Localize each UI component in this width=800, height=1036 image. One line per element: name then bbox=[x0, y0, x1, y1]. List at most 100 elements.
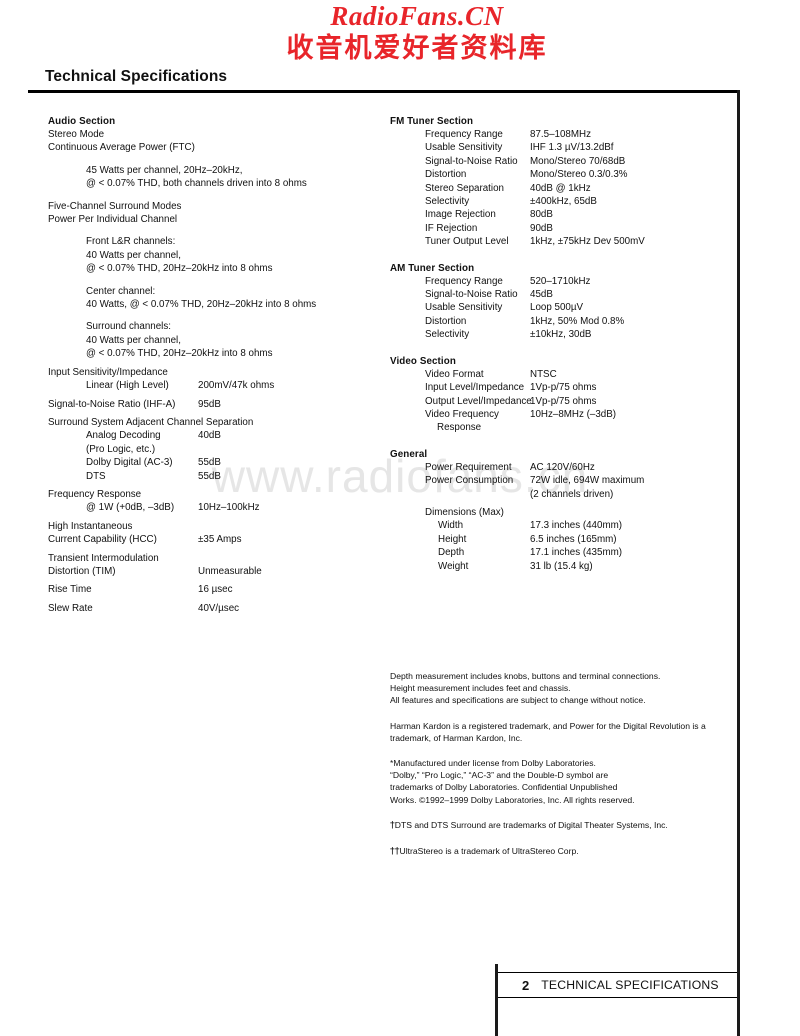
spec-row: Output Level/Impedance 1Vp-p/75 ohms bbox=[390, 395, 720, 408]
rise-time-value: 16 µsec bbox=[198, 584, 233, 596]
spec-row: Weight 31 lb (15.4 kg) bbox=[390, 560, 720, 573]
linear-high-level-value: 200mV/47k ohms bbox=[198, 380, 275, 392]
spec-row-label: Video Format bbox=[425, 368, 484, 380]
video-section: Video Section Video Format NTSC Input Leve… bbox=[390, 356, 720, 435]
five-channel-modes-label: Five-Channel Surround Modes bbox=[48, 200, 182, 212]
watermark-cjk-text: 收音机爱好者资料库 bbox=[286, 33, 548, 64]
spec-row-label: Distortion bbox=[425, 315, 467, 327]
spec-row-value: 17.1 inches (435mm) bbox=[530, 547, 623, 559]
spec-row-value: 80dB bbox=[530, 209, 553, 221]
audio-section: Audio Section Stereo Mode Continuous Ave… bbox=[48, 116, 378, 615]
page-number: 2 bbox=[522, 977, 530, 993]
power-consumption-continuation: (2 channels driven) bbox=[530, 488, 614, 500]
dts-value: 55dB bbox=[198, 470, 221, 482]
frequency-response-value: 10Hz–100kHz bbox=[198, 502, 260, 514]
spec-row-label: Signal-to-Noise Ratio bbox=[425, 289, 518, 301]
power-consumption-value: 72W idle, 694W maximum bbox=[530, 475, 645, 487]
spec-row: Usable Sensitivity Loop 500µV bbox=[390, 301, 720, 314]
spec-row-label: Frequency Range bbox=[425, 275, 503, 287]
dts-note: †DTS and DTS Surround are trademarks of … bbox=[390, 819, 720, 832]
slew-rate-label: Slew Rate bbox=[48, 602, 93, 614]
spec-row: Frequency Range 87.5–108MHz bbox=[390, 128, 720, 141]
spec-row-value: 40dB @ 1kHz bbox=[530, 182, 591, 194]
tim-label: Distortion (TIM) bbox=[48, 565, 116, 577]
frequency-response-heading: Frequency Response bbox=[48, 488, 142, 500]
surround-separation-heading: Surround System Adjacent Channel Separat… bbox=[48, 416, 254, 428]
surround-channels-spec-1: 40 Watts per channel, bbox=[86, 334, 181, 346]
spec-row: Selectivity ±10kHz, 30dB bbox=[390, 328, 720, 341]
trademark-notes: Harman Kardon is a registered trademark,… bbox=[390, 720, 720, 744]
am-tuner-section-heading: AM Tuner Section bbox=[390, 262, 475, 274]
spec-row-value: 1Vp-p/75 ohms bbox=[530, 395, 597, 407]
spec-row: Distortion 1kHz, 50% Mod 0.8% bbox=[390, 315, 720, 328]
right-border-rule bbox=[737, 90, 740, 981]
analog-decoding-label: Analog Decoding bbox=[86, 430, 161, 442]
spec-row-label: Image Rejection bbox=[425, 209, 496, 221]
spec-row: IF Rejection 90dB bbox=[390, 222, 720, 235]
spec-row-value: 1Vp-p/75 ohms bbox=[530, 382, 597, 394]
signal-to-noise-ratio-row: Signal-to-Noise Ratio (IHF-A) 95dB bbox=[48, 398, 378, 411]
spec-row-label: Width bbox=[438, 520, 464, 532]
power-consumption-row: Power Consumption 72W idle, 694W maximum bbox=[390, 474, 720, 487]
spec-row-label: Weight bbox=[438, 560, 469, 572]
spec-row: Video Frequency 10Hz–8MHz (–3dB) bbox=[390, 408, 720, 421]
signal-to-noise-ratio-label: Signal-to-Noise Ratio (IHF-A) bbox=[48, 398, 176, 410]
dts-row: DTS 55dB bbox=[48, 470, 378, 483]
spec-row: Width 17.3 inches (440mm) bbox=[390, 519, 720, 532]
am-tuner-rows: Frequency Range 520–1710kHz Signal-to-Nois… bbox=[390, 275, 720, 342]
spec-row-label: Selectivity bbox=[425, 329, 470, 341]
tim-heading-line: Transient Intermodulation bbox=[48, 552, 159, 564]
hcc-value: ±35 Amps bbox=[198, 534, 242, 546]
spec-row-value: 31 lb (15.4 kg) bbox=[530, 560, 593, 572]
power-requirement-row: Power Requirement AC 120V/60Hz bbox=[390, 461, 720, 474]
tim-row: Distortion (TIM) Unmeasurable bbox=[48, 565, 378, 578]
spec-row: Signal-to-Noise Ratio 45dB bbox=[390, 288, 720, 301]
power-requirement-label: Power Requirement bbox=[425, 461, 512, 473]
linear-high-level-label: Linear (High Level) bbox=[86, 380, 169, 392]
spec-row-label: Input Level/Impedance bbox=[425, 382, 525, 394]
dolby-digital-value: 55dB bbox=[198, 457, 221, 469]
note-line: Depth measurement includes knobs, button… bbox=[390, 671, 661, 681]
spec-row-value: 87.5–108MHz bbox=[530, 129, 591, 140]
frequency-response-row: @ 1W (+0dB, –3dB) 10Hz–100kHz bbox=[48, 501, 378, 514]
dolby-note-line-2: trademarks of Dolby Laboratories. Confid… bbox=[390, 782, 618, 793]
watermark-latin-text: RadioFans.CN bbox=[330, 1, 504, 31]
spec-row-value: 10Hz–8MHz (–3dB) bbox=[530, 408, 617, 420]
general-section-heading: General bbox=[390, 448, 428, 460]
am-tuner-section: AM Tuner Section Frequency Range 520–1710… bbox=[390, 263, 720, 342]
spec-row-value: 90dB bbox=[530, 222, 553, 234]
stereo-mode-label: Stereo Mode bbox=[48, 129, 105, 140]
spec-row: Usable Sensitivity IHF 1.3 µV/13.2dBf bbox=[390, 141, 720, 154]
ultrastereo-note: ††UltraStereo is a trademark of UltraSte… bbox=[390, 845, 720, 858]
hcc-label: Current Capability (HCC) bbox=[48, 534, 157, 546]
stereo-power-spec-line-1: 45 Watts per channel, 20Hz–20kHz, bbox=[86, 164, 243, 176]
front-channels-spec-1: 40 Watts per channel, bbox=[86, 249, 181, 261]
spec-row-label: Output Level/Impedance bbox=[425, 395, 532, 407]
continuous-average-power-label: Continuous Average Power (FTC) bbox=[48, 142, 195, 154]
page-footer: 2 TECHNICAL SPECIFICATIONS bbox=[498, 972, 737, 998]
dts-note-text: DTS and DTS Surround are trademarks of D… bbox=[394, 819, 668, 830]
spec-row: Image Rejection 80dB bbox=[390, 208, 720, 221]
surround-channels-spec-2: @ < 0.07% THD, 20Hz–20kHz into 8 ohms bbox=[86, 348, 273, 360]
spec-row: Input Level/Impedance 1Vp-p/75 ohms bbox=[390, 381, 720, 394]
spec-row-value: ±10kHz, 30dB bbox=[530, 329, 592, 341]
spec-row-label: Tuner Output Level bbox=[425, 236, 509, 248]
note-line: All features and specifications are subj… bbox=[390, 695, 646, 706]
spec-row-value: 520–1710kHz bbox=[530, 275, 591, 287]
rise-time-label: Rise Time bbox=[48, 584, 92, 596]
dolby-digital-label: Dolby Digital (AC-3) bbox=[86, 457, 173, 469]
note-line: Height measurement includes feet and cha… bbox=[390, 683, 571, 694]
pro-logic-note: (Pro Logic, etc.) bbox=[86, 443, 156, 455]
fm-tuner-section: FM Tuner Section Frequency Range 87.5–108… bbox=[390, 116, 720, 249]
slew-rate-row: Slew Rate 40V/µsec bbox=[48, 602, 378, 615]
dolby-digital-row: Dolby Digital (AC-3) 55dB bbox=[48, 456, 378, 469]
frequency-response-label: @ 1W (+0dB, –3dB) bbox=[86, 502, 175, 514]
spec-row: Distortion Mono/Stereo 0.3/0.3% bbox=[390, 168, 720, 181]
hcc-row: Current Capability (HCC) ±35 Amps bbox=[48, 533, 378, 546]
dts-label: DTS bbox=[86, 470, 106, 482]
spec-row: Signal-to-Noise Ratio Mono/Stereo 70/68dB bbox=[390, 155, 720, 168]
ultrastereo-note-text: UltraStereo is a trademark of UltraStere… bbox=[399, 846, 579, 857]
watermark-header: RadioFans.CN 收音机爱好者资料库 bbox=[0, 0, 800, 66]
right-column: FM Tuner Section Frequency Range 87.5–108… bbox=[390, 116, 720, 573]
spec-row-label: Frequency Range bbox=[425, 129, 503, 140]
